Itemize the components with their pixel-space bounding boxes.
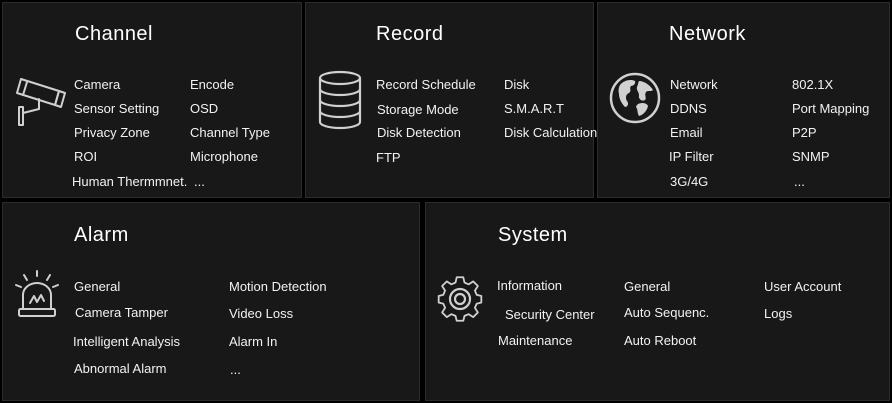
channel-item-privacy-zone[interactable]: Privacy Zone: [74, 125, 150, 141]
alarm-item-abnormal-alarm[interactable]: Abnormal Alarm: [74, 361, 166, 377]
alarm-item-motion-detection[interactable]: Motion Detection: [229, 279, 327, 295]
system-item-information[interactable]: Information: [497, 278, 562, 294]
camera-icon: [13, 73, 69, 129]
record-panel: Record Record Schedule Disk Storage Mode…: [305, 2, 601, 198]
alarm-item-alarm-in[interactable]: Alarm In: [229, 334, 277, 350]
network-item-email[interactable]: Email: [670, 125, 703, 141]
record-item-disk-detection[interactable]: Disk Detection: [377, 125, 461, 141]
network-item-network[interactable]: Network: [670, 77, 718, 93]
alarm-title: Alarm: [74, 224, 129, 246]
system-item-user-account[interactable]: User Account: [764, 279, 841, 295]
channel-item-microphone[interactable]: Microphone: [190, 149, 258, 165]
network-item-p2p[interactable]: P2P: [792, 125, 817, 141]
channel-item-more[interactable]: ...: [194, 174, 205, 190]
network-item-more[interactable]: ...: [794, 174, 805, 190]
database-icon: [316, 69, 364, 131]
alarm-siren-icon: [13, 269, 61, 321]
network-item-ddns[interactable]: DDNS: [670, 101, 707, 117]
network-item-snmp[interactable]: SNMP: [792, 149, 830, 165]
network-item-3g4g[interactable]: 3G/4G: [670, 174, 708, 190]
record-item-smart[interactable]: S.M.A.R.T: [504, 101, 564, 117]
system-item-auto-reboot[interactable]: Auto Reboot: [624, 333, 696, 349]
system-item-auto-sequenc[interactable]: Auto Sequenc.: [624, 305, 709, 321]
record-item-ftp[interactable]: FTP: [376, 150, 401, 166]
record-item-disk[interactable]: Disk: [504, 77, 529, 93]
network-item-ip-filter[interactable]: IP Filter: [669, 149, 714, 165]
system-item-security-center[interactable]: Security Center: [505, 307, 595, 323]
channel-item-camera[interactable]: Camera: [74, 77, 120, 93]
gear-icon: [434, 273, 486, 325]
globe-icon: [608, 71, 662, 125]
alarm-item-intelligent-analysis[interactable]: Intelligent Analysis: [73, 334, 180, 350]
network-item-8021x[interactable]: 802.1X: [792, 77, 833, 93]
network-panel: Network Network 802.1X DDNS Port Mapping…: [597, 2, 890, 198]
alarm-item-camera-tamper[interactable]: Camera Tamper: [75, 305, 168, 321]
alarm-item-general[interactable]: General: [74, 279, 120, 295]
system-item-maintenance[interactable]: Maintenance: [498, 333, 572, 349]
network-title: Network: [669, 23, 746, 45]
channel-item-sensor-setting[interactable]: Sensor Setting: [74, 101, 159, 117]
system-item-logs[interactable]: Logs: [764, 306, 792, 322]
channel-title: Channel: [75, 23, 154, 45]
channel-item-encode[interactable]: Encode: [190, 77, 234, 93]
alarm-panel: Alarm General Motion Detection Camera Ta…: [2, 202, 420, 401]
alarm-item-more[interactable]: ...: [230, 362, 241, 378]
channel-panel: Channel Camera Encode Sensor Setting OSD…: [2, 2, 302, 198]
record-item-disk-calculation[interactable]: Disk Calculation.: [504, 125, 601, 141]
system-title: System: [498, 224, 568, 246]
system-panel: System Information General User Account …: [425, 202, 890, 401]
record-title: Record: [376, 23, 444, 45]
record-item-record-schedule[interactable]: Record Schedule: [376, 77, 476, 93]
channel-item-channel-type[interactable]: Channel Type: [190, 125, 270, 141]
channel-item-human-thermmnet[interactable]: Human Thermmnet.: [72, 174, 187, 190]
system-item-general[interactable]: General: [624, 279, 670, 295]
record-item-storage-mode[interactable]: Storage Mode: [377, 102, 459, 118]
channel-item-roi[interactable]: ROI: [74, 149, 97, 165]
network-item-port-mapping[interactable]: Port Mapping: [792, 101, 869, 117]
channel-item-osd[interactable]: OSD: [190, 101, 218, 117]
alarm-item-video-loss[interactable]: Video Loss: [229, 306, 293, 322]
